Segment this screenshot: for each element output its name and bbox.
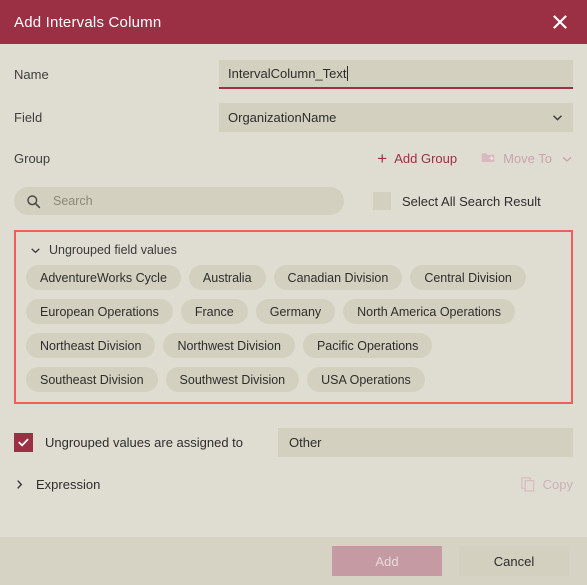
value-tag[interactable]: North America Operations <box>343 299 515 324</box>
search-placeholder: Search <box>53 194 93 208</box>
field-row: Field OrganizationName <box>14 99 573 136</box>
field-select-value: OrganizationName <box>228 110 337 125</box>
copy-button[interactable]: Copy <box>520 476 573 492</box>
group-label: Group <box>14 151 51 166</box>
value-tag[interactable]: Australia <box>188 265 266 290</box>
folder-move-icon <box>481 151 496 167</box>
add-group-button[interactable]: + Add Group <box>377 148 458 168</box>
chevron-down-icon <box>551 111 564 124</box>
copy-label: Copy <box>542 476 573 492</box>
select-all-label: Select All Search Result <box>402 193 541 209</box>
value-tag[interactable]: Canadian Division <box>273 265 403 290</box>
value-tag[interactable]: Northwest Division <box>163 333 295 358</box>
name-label: Name <box>14 67 49 82</box>
value-tag[interactable]: Southwest Division <box>165 367 300 392</box>
chevron-down-icon <box>30 245 41 256</box>
plus-icon: + <box>377 148 388 168</box>
close-icon[interactable] <box>547 9 573 35</box>
expression-toggle[interactable]: Expression <box>14 477 100 492</box>
assign-row: Ungrouped values are assigned to Other <box>14 427 573 457</box>
chevron-right-icon <box>14 479 25 490</box>
field-label: Field <box>14 110 43 125</box>
assign-checkbox[interactable] <box>14 432 33 452</box>
expression-label: Expression <box>36 476 101 492</box>
dialog-footer: Add Cancel <box>0 537 587 585</box>
select-all-checkbox[interactable] <box>373 192 391 210</box>
group-control: + Add Group Move To <box>219 148 573 168</box>
field-select[interactable]: OrganizationName <box>219 103 573 132</box>
move-to-label: Move To <box>503 151 552 166</box>
search-icon <box>26 194 41 209</box>
ungrouped-values-panel: Ungrouped field values AdventureWorks Cy… <box>14 230 573 404</box>
group-actions: + Add Group Move To <box>219 148 573 168</box>
expression-row: Expression Copy <box>14 472 573 496</box>
group-row: Group + Add Group Move To <box>14 140 573 177</box>
select-all-search-result[interactable]: Select All Search Result <box>373 192 541 210</box>
value-tag[interactable]: AdventureWorks Cycle <box>26 265 181 290</box>
field-control: OrganizationName <box>219 103 573 132</box>
value-tag[interactable]: Pacific Operations <box>302 333 433 358</box>
add-button[interactable]: Add <box>332 546 442 576</box>
ungrouped-values-header-label: Ungrouped field values <box>49 243 177 257</box>
value-tag[interactable]: Southeast Division <box>26 367 158 392</box>
value-tag[interactable]: USA Operations <box>307 367 425 392</box>
assign-label: Ungrouped values are assigned to <box>45 434 244 450</box>
ungrouped-values-tag-list: AdventureWorks Cycle Australia Canadian … <box>26 265 561 392</box>
name-row: Name IntervalColumn_Text <box>14 56 573 93</box>
add-group-label: Add Group <box>394 151 458 166</box>
value-tag[interactable]: Northeast Division <box>26 333 156 358</box>
text-caret <box>346 66 348 81</box>
value-tag[interactable]: Central Division <box>410 265 526 290</box>
value-tag[interactable]: European Operations <box>26 299 173 324</box>
name-input[interactable]: IntervalColumn_Text <box>219 60 573 89</box>
add-intervals-column-dialog: Add Intervals Column Name IntervalColumn… <box>0 0 587 585</box>
assign-value-input[interactable]: Other <box>278 427 573 457</box>
copy-icon <box>520 476 535 492</box>
value-tag[interactable]: Germany <box>255 299 336 324</box>
cancel-button[interactable]: Cancel <box>459 546 569 576</box>
search-row: Search Select All Search Result <box>14 186 573 216</box>
dialog-titlebar: Add Intervals Column <box>0 0 587 44</box>
name-input-value: IntervalColumn_Text <box>228 66 347 81</box>
ungrouped-values-header[interactable]: Ungrouped field values <box>30 243 561 257</box>
dialog-body: Name IntervalColumn_Text Field Organizat… <box>0 56 587 496</box>
search-input[interactable]: Search <box>14 187 344 215</box>
move-to-button[interactable]: Move To <box>481 151 573 167</box>
dialog-title: Add Intervals Column <box>14 13 162 31</box>
value-tag[interactable]: France <box>180 299 248 324</box>
name-control: IntervalColumn_Text <box>219 60 573 89</box>
chevron-down-icon <box>561 153 573 165</box>
